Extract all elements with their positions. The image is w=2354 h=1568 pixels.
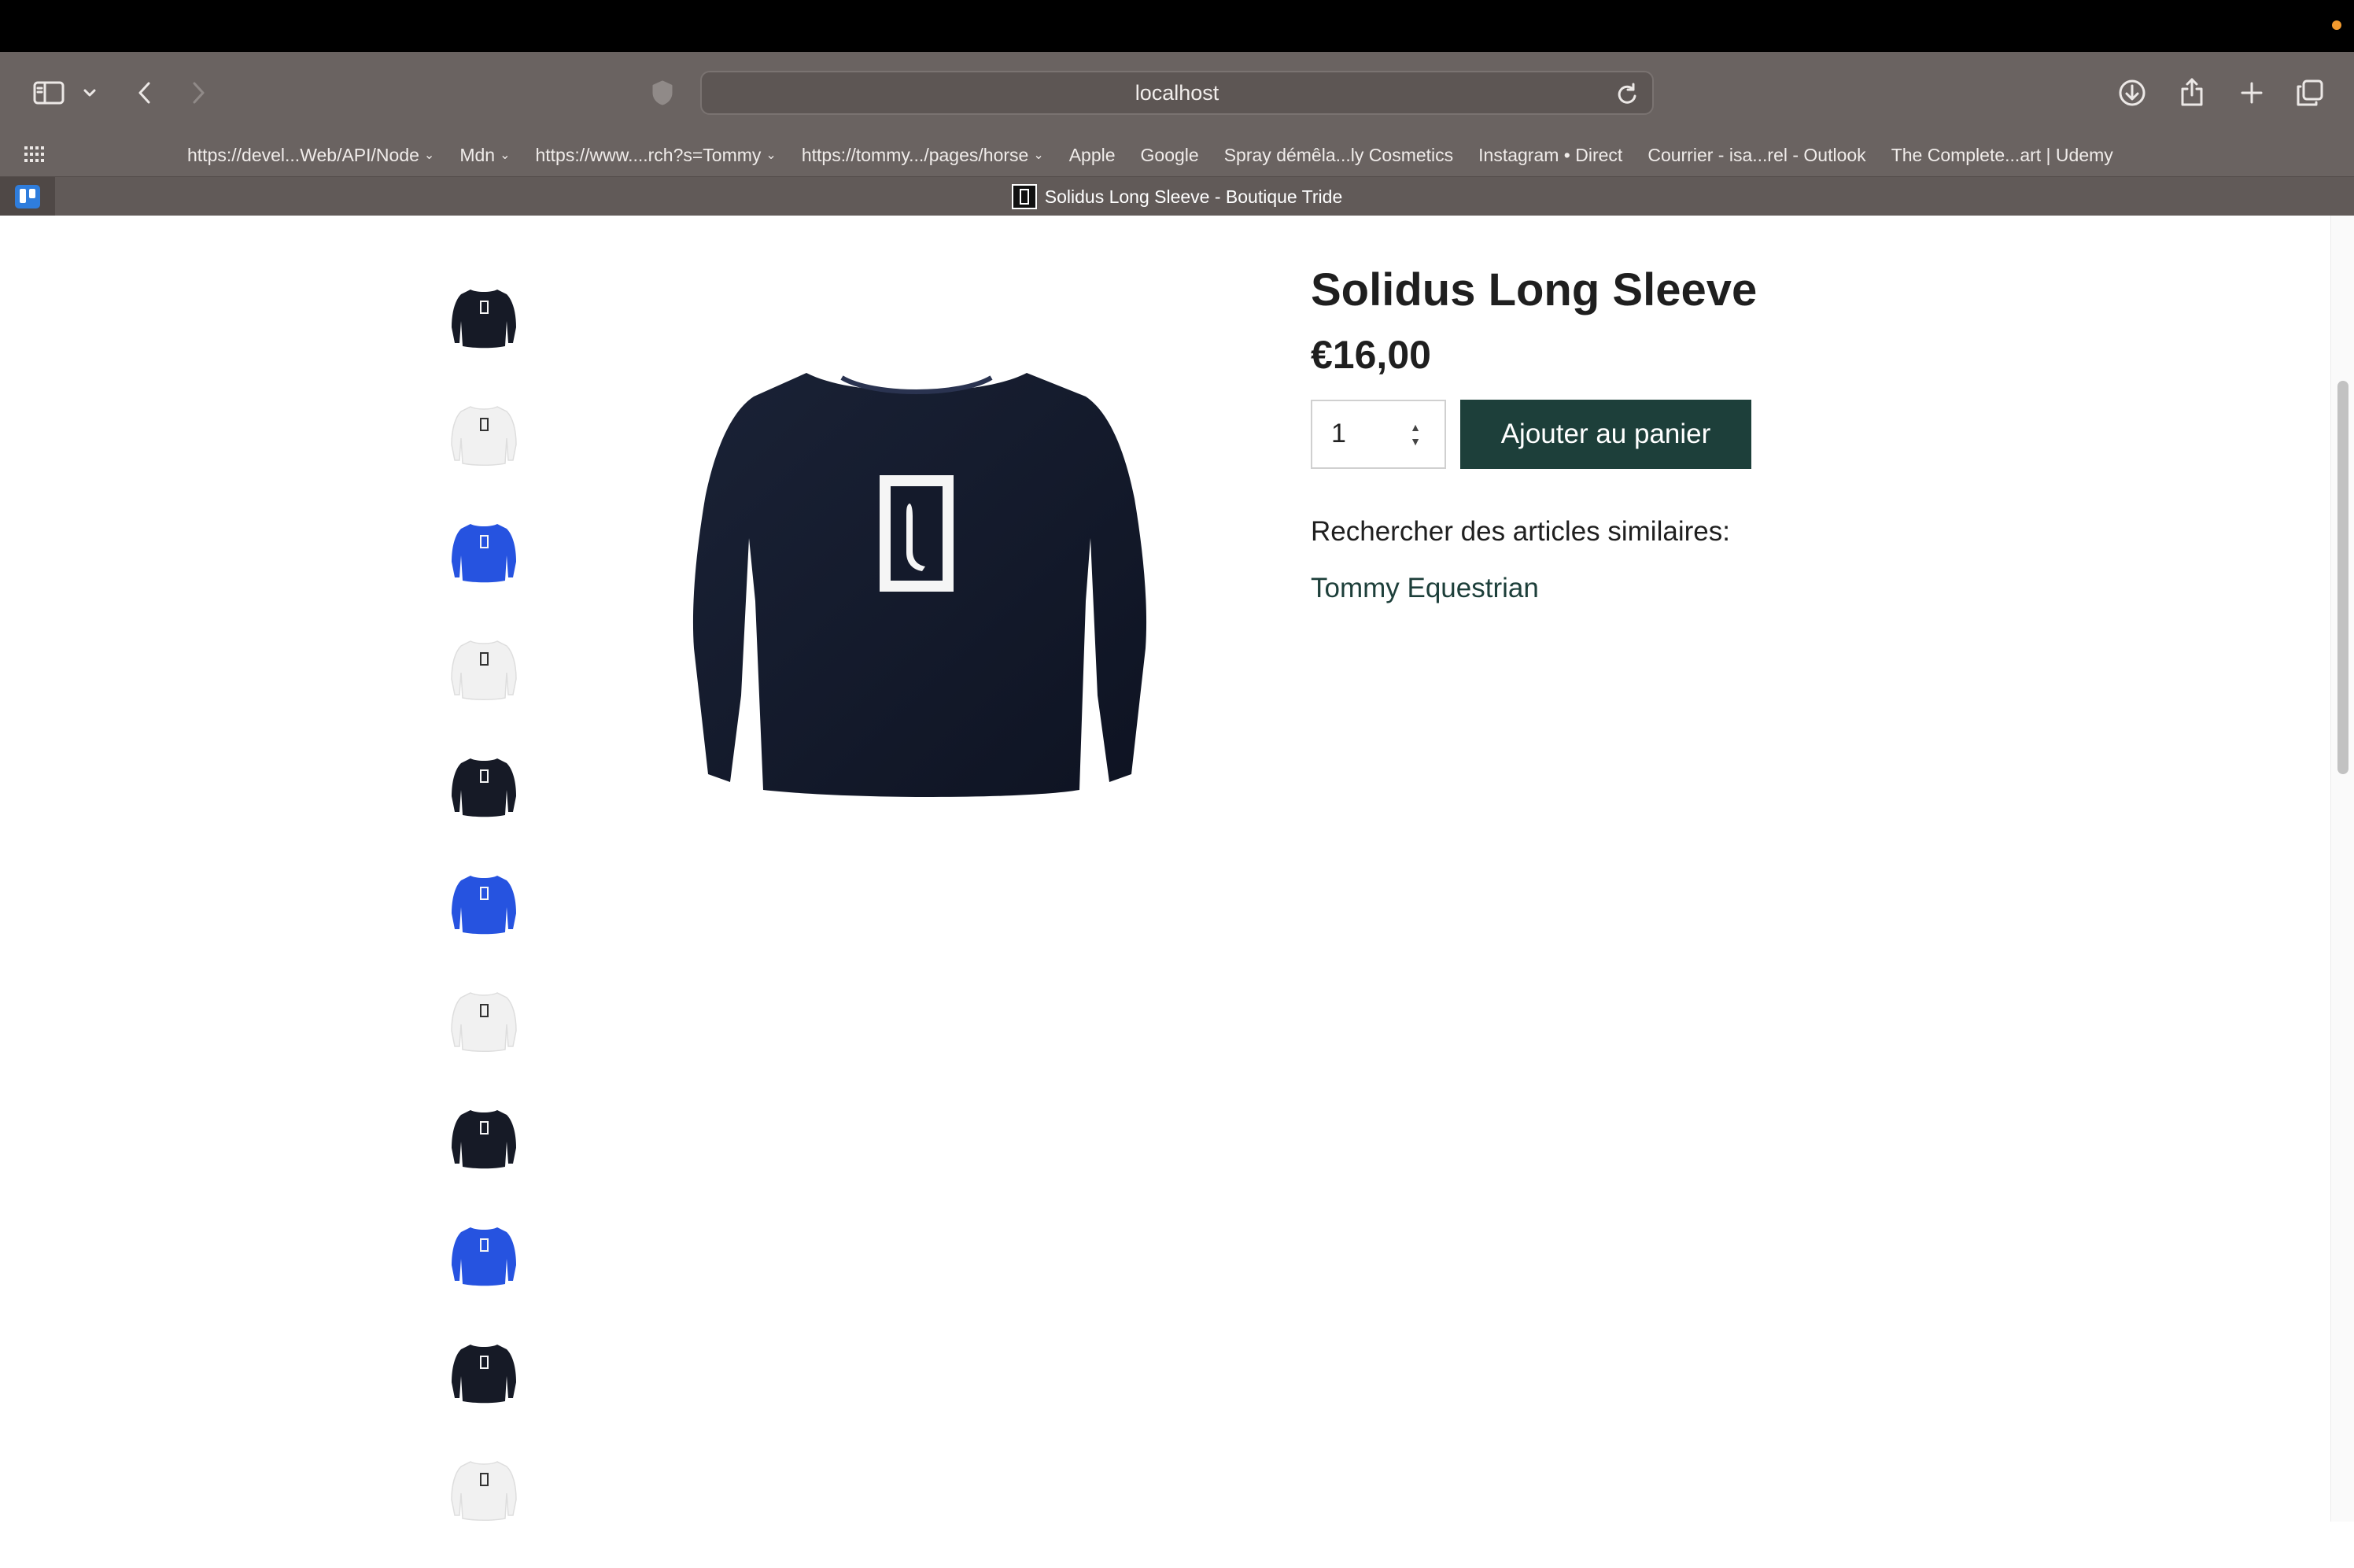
long-sleeve-shirt-image — [692, 373, 1147, 797]
quantity-stepper[interactable]: 1 ▲ ▼ — [1311, 399, 1446, 469]
grid-icon[interactable] — [24, 145, 44, 164]
shirt-thumbnail-image — [451, 640, 517, 700]
add-to-cart-form: 1 ▲ ▼ Ajouter au panier — [1311, 399, 1940, 469]
product-thumbnail[interactable] — [445, 747, 523, 826]
share-icon[interactable] — [2175, 74, 2209, 110]
favorite-item[interactable]: Google — [1141, 145, 1199, 166]
shirt-thumbnail-image — [452, 1110, 516, 1169]
product-thumbnail[interactable] — [445, 1334, 523, 1412]
favorite-item[interactable]: Courrier - isa...rel - Outlook — [1647, 145, 1865, 166]
chevron-down-icon: ⌄ — [766, 149, 777, 162]
shield-icon[interactable] — [647, 77, 678, 109]
favorite-item[interactable]: The Complete...art | Udemy — [1891, 145, 2113, 166]
chevron-down-icon: ⌄ — [500, 149, 511, 162]
scrollbar-thumb[interactable] — [2337, 381, 2348, 774]
add-to-cart-button[interactable]: Ajouter au panier — [1460, 399, 1751, 469]
favorite-label: Spray démêla...ly Cosmetics — [1223, 144, 1454, 165]
favorite-label: The Complete...art | Udemy — [1891, 144, 2113, 165]
favorite-label: Google — [1140, 144, 1199, 165]
active-tab[interactable]: Solidus Long Sleeve - Boutique Tride — [0, 177, 2354, 216]
product-thumbnail[interactable] — [445, 279, 523, 357]
page-scrollbar[interactable] — [2330, 216, 2354, 1522]
favorite-label: https://www....rch?s=Tommy — [535, 144, 762, 165]
back-icon[interactable] — [129, 77, 160, 109]
favorite-label: Apple — [1068, 144, 1116, 165]
download-icon[interactable] — [2115, 76, 2149, 110]
favorite-label: Mdn — [459, 144, 496, 165]
address-bar[interactable]: localhost — [700, 71, 1654, 115]
favorite-label: Courrier - isa...rel - Outlook — [1647, 144, 1866, 165]
favorite-item[interactable]: Spray démêla...ly Cosmetics — [1224, 145, 1453, 166]
shirt-thumbnail-image — [451, 406, 517, 466]
favorite-label: https://tommy.../pages/horse — [801, 144, 1029, 165]
product-price: €16,00 — [1311, 332, 1431, 377]
chevron-down-icon: ⌄ — [1033, 149, 1044, 162]
thumbnail-gallery — [445, 279, 523, 1568]
forward-icon[interactable] — [183, 77, 214, 109]
favorite-item[interactable]: https://tommy.../pages/horse ⌄ — [802, 145, 1044, 166]
site-favicon-icon — [1011, 184, 1037, 209]
shirt-thumbnail-image — [452, 1345, 516, 1404]
sidebar-icon[interactable] — [30, 77, 68, 109]
favorite-label: https://devel...Web/API/Node — [187, 144, 419, 165]
shirt-thumbnail-image — [451, 1461, 517, 1521]
system-menu-bar — [0, 0, 2354, 52]
product-thumbnail[interactable] — [445, 865, 523, 943]
shirt-thumbnail-image — [452, 876, 516, 935]
product-thumbnail[interactable] — [445, 982, 523, 1061]
reload-icon[interactable] — [1616, 82, 1638, 105]
favorites-bar: https://devel...Web/API/Node ⌄ Mdn ⌄ https:/… — [0, 134, 2354, 176]
product-title: Solidus Long Sleeve — [1311, 264, 1758, 315]
product-thumbnail[interactable] — [445, 1451, 523, 1529]
quantity-value[interactable]: 1 — [1331, 419, 1346, 449]
tabs-icon[interactable] — [2293, 76, 2327, 110]
favorite-item[interactable]: Apple — [1069, 145, 1116, 166]
product-thumbnail[interactable] — [445, 396, 523, 474]
page-content: Solidus Long Sleeve €16,00 1 ▲ ▼ Ajouter … — [0, 216, 2354, 1522]
favorites-list: https://devel...Web/API/Node ⌄ Mdn ⌄ https:/… — [187, 134, 2138, 176]
tab-bar: Solidus Long Sleeve - Boutique Tride — [0, 176, 2354, 216]
similar-items-label: Rechercher des articles similaires: — [1311, 515, 1730, 547]
product-thumbnail[interactable] — [445, 513, 523, 592]
tab-title-text: Solidus Long Sleeve - Boutique Tride — [1044, 186, 1343, 207]
shirt-thumbnail-image — [451, 992, 517, 1052]
browser-chrome: localhost https://devel...Web/API/Node ⌄… — [0, 52, 2354, 216]
product-info: Solidus Long Sleeve €16,00 1 ▲ ▼ Ajouter … — [1311, 263, 1940, 604]
favorite-item[interactable]: https://devel...Web/API/Node ⌄ — [187, 145, 434, 166]
favorite-item[interactable]: https://www....rch?s=Tommy ⌄ — [535, 145, 776, 166]
favorite-item[interactable]: Instagram • Direct — [1478, 145, 1622, 166]
shirt-thumbnail-image — [452, 290, 516, 349]
browser-toolbar: localhost — [0, 52, 2354, 134]
product-thumbnail[interactable] — [445, 1099, 523, 1178]
shirt-thumbnail-image — [452, 758, 516, 817]
plus-icon[interactable] — [2234, 76, 2269, 110]
similar-items-link[interactable]: Tommy Equestrian — [1311, 573, 1940, 604]
product-main-image — [645, 365, 1188, 837]
product-thumbnail[interactable] — [445, 630, 523, 709]
stepper-arrows-icon[interactable]: ▲ ▼ — [1410, 420, 1421, 448]
url-text[interactable]: localhost — [1135, 81, 1219, 105]
favorite-label: Instagram • Direct — [1478, 144, 1623, 165]
product-thumbnail[interactable] — [445, 1216, 523, 1295]
shirt-thumbnail-image — [452, 524, 516, 583]
recording-indicator-dot — [2332, 20, 2341, 30]
favorite-item[interactable]: Mdn ⌄ — [459, 145, 510, 166]
chevron-down-icon[interactable] — [79, 80, 101, 105]
shirt-thumbnail-image — [452, 1227, 516, 1286]
chevron-down-icon: ⌄ — [423, 149, 435, 162]
